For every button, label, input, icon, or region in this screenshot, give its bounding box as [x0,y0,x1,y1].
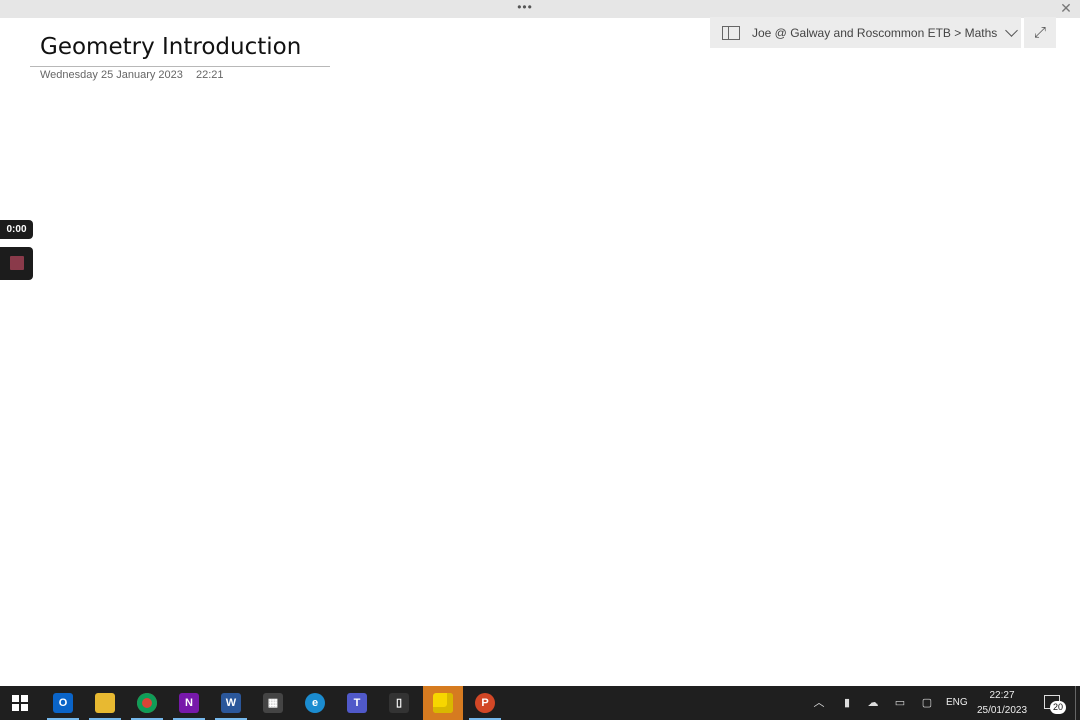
powerpoint-icon: P [475,693,495,713]
page-title[interactable]: Geometry Introduction [40,34,301,60]
close-icon[interactable]: ✕ [1058,0,1074,16]
taskbar-app-sticky-notes[interactable] [423,686,463,720]
chrome-icon [137,693,157,713]
onenote-icon: N [179,693,199,713]
cloud-icon[interactable]: ☁ [866,696,880,710]
stop-recording-button[interactable] [0,247,33,280]
taskbar-app-teams[interactable]: T [337,686,377,720]
taskbar-app-calculator[interactable]: ▦ [253,686,293,720]
taskbar-app-phone[interactable]: ▯ [379,686,419,720]
notebook-navigation-button[interactable]: Joe @ Galway and Roscommon ETB > Maths [710,17,1021,48]
network-icon[interactable]: ▢ [920,696,934,710]
teams-icon: T [347,693,367,713]
taskbar-app-word[interactable]: W [211,686,251,720]
taskbar-app-powerpoint[interactable]: P [465,686,505,720]
taskbar-app-onenote[interactable]: N [169,686,209,720]
calculator-icon: ▦ [263,693,283,713]
language-indicator[interactable]: ENG [946,697,968,708]
folder-icon [95,693,115,713]
phone-icon: ▯ [389,693,409,713]
taskbar-app-chrome[interactable] [127,686,167,720]
taskbar: O N W ▦ e T ▯ P ︿ ▮ ☁ ▭ ▢ ENG 22:27 25/0 [0,686,1080,720]
taskbar-app-edge[interactable]: e [295,686,335,720]
window-title-bar[interactable]: ••• ✕ [0,0,1080,18]
notebook-path: Joe @ Galway and Roscommon ETB > Maths [752,25,998,40]
start-button[interactable] [0,686,40,720]
recording-timer: 0:00 [0,220,33,239]
page-time: 22:21 [196,69,224,81]
clock-time: 22:27 [989,690,1015,701]
chevron-down-icon [1005,23,1019,37]
microphone-icon[interactable]: ▮ [840,696,854,710]
word-icon: W [221,693,241,713]
taskbar-app-outlook[interactable]: O [43,686,83,720]
taskbar-app-file-explorer[interactable] [85,686,125,720]
show-desktop-button[interactable] [1075,686,1076,720]
system-clock[interactable]: 22:27 25/01/2023 [966,688,1038,718]
chevron-up-icon[interactable]: ︿ [812,696,826,710]
notification-count-badge: 20 [1050,701,1066,714]
battery-icon[interactable]: ▭ [893,696,907,710]
outlook-icon: O [53,693,73,713]
window-grip-icon[interactable]: ••• [514,0,536,16]
windows-icon [12,695,28,711]
clock-date: 25/01/2023 [976,705,1028,716]
expand-button[interactable]: ⤢ [1024,17,1056,48]
title-divider [30,66,330,67]
notebook-icon [722,25,740,40]
edge-icon: e [305,693,325,713]
sticky-notes-icon [433,693,453,713]
stop-icon [10,256,24,270]
page-date: Wednesday 25 January 2023 [40,69,183,81]
